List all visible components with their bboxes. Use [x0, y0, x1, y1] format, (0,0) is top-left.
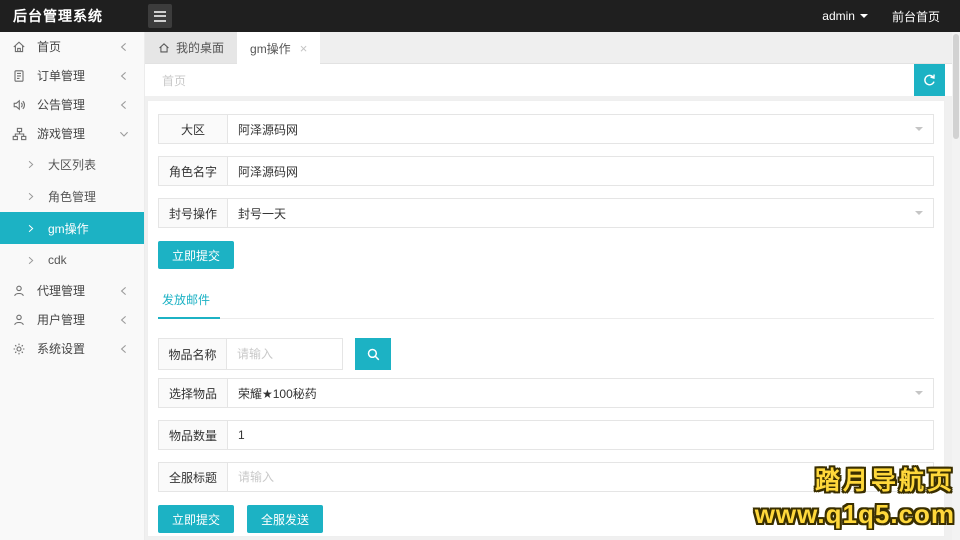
chevron-left-icon: [119, 100, 129, 110]
breadcrumb[interactable]: 首页: [162, 72, 186, 89]
item-search-button[interactable]: [355, 338, 391, 370]
form-row-region: 大区 阿泽源码网: [158, 114, 934, 144]
sidebar-item-home[interactable]: 首页: [0, 32, 144, 61]
chevron-down-icon: [119, 129, 129, 139]
caret-down-icon: [915, 127, 923, 135]
chevron-right-icon: [26, 224, 35, 233]
tab-label: 我的桌面: [176, 39, 224, 56]
caret-down-icon: [915, 211, 923, 219]
sitemap-icon: [12, 127, 28, 141]
region-label: 大区: [159, 115, 228, 143]
refresh-icon: [922, 73, 937, 88]
gm-submit-button[interactable]: 立即提交: [158, 241, 234, 269]
scrollbar-thumb[interactable]: [953, 34, 959, 139]
sidebar-subitem-label: 大区列表: [48, 156, 96, 173]
breadcrumb-bar: 首页: [145, 64, 960, 96]
sidebar-item-label: 用户管理: [37, 311, 85, 328]
sidebar-item-games[interactable]: 游戏管理: [0, 119, 144, 148]
top-header: 后台管理系统 admin 前台首页: [0, 0, 960, 32]
search-icon: [366, 347, 381, 362]
chevron-left-icon: [119, 71, 129, 81]
broadcast-title-input[interactable]: [238, 470, 923, 484]
user-name: admin: [822, 9, 855, 23]
sidebar-item-orders[interactable]: 订单管理: [0, 61, 144, 90]
tab-strip: 我的桌面 gm操作 ×: [145, 32, 960, 64]
sidebar-subitem-label: 角色管理: [48, 188, 96, 205]
gear-icon: [12, 342, 28, 356]
document-icon: [12, 69, 28, 83]
broadcast-send-button[interactable]: 全服发送: [247, 505, 323, 533]
user-icon: [12, 284, 28, 298]
quantity-label: 物品数量: [159, 421, 228, 449]
speaker-icon: [12, 98, 28, 112]
frontend-home-link[interactable]: 前台首页: [892, 8, 940, 25]
mail-section-tabs: 发放邮件: [158, 283, 934, 319]
broadcast-title-label: 全服标题: [159, 463, 228, 491]
sidebar-subitem-gm-operations[interactable]: gm操作: [0, 212, 144, 244]
form-row-quantity: 物品数量: [158, 420, 934, 450]
tab-gm-operations[interactable]: gm操作 ×: [237, 32, 320, 64]
sidebar-toggle-button[interactable]: [148, 4, 172, 28]
chevron-right-icon: [26, 192, 35, 201]
sidebar-item-users[interactable]: 用户管理: [0, 305, 144, 334]
item-name-label: 物品名称: [158, 338, 227, 370]
home-icon: [12, 40, 28, 54]
sidebar-subitem-cdk[interactable]: cdk: [0, 244, 144, 276]
form-row-item-name: 物品名称: [158, 338, 934, 370]
ban-action-select[interactable]: 封号一天: [228, 199, 933, 227]
sidebar-subitem-region-list[interactable]: 大区列表: [0, 148, 144, 180]
role-name-label: 角色名字: [159, 157, 228, 185]
content-panel: 大区 阿泽源码网 角色名字 封号操作 封号一天 立即提交 发放邮件: [147, 100, 945, 537]
form-row-ban-action: 封号操作 封号一天: [158, 198, 934, 228]
close-icon[interactable]: ×: [300, 42, 308, 55]
home-icon: [158, 42, 170, 54]
sidebar-item-label: 订单管理: [37, 67, 85, 84]
refresh-button[interactable]: [914, 64, 945, 96]
sidebar-item-announcements[interactable]: 公告管理: [0, 90, 144, 119]
ban-action-label: 封号操作: [159, 199, 228, 227]
form-row-item-select: 选择物品 荣耀★100秘药: [158, 378, 934, 408]
chevron-right-icon: [26, 256, 35, 265]
sidebar-item-label: 系统设置: [37, 340, 85, 357]
sidebar-item-label: 游戏管理: [37, 125, 85, 142]
tab-send-mail[interactable]: 发放邮件: [158, 283, 220, 319]
chevron-left-icon: [119, 344, 129, 354]
item-select-label: 选择物品: [159, 379, 228, 407]
item-select-value: 荣耀★100秘药: [238, 385, 317, 402]
sidebar-item-settings[interactable]: 系统设置: [0, 334, 144, 363]
quantity-input[interactable]: [238, 428, 923, 442]
chevron-down-icon: [860, 14, 868, 22]
sidebar-subitem-label: cdk: [48, 253, 67, 267]
sidebar-item-label: 代理管理: [37, 282, 85, 299]
tab-label: gm操作: [250, 40, 291, 57]
app-title: 后台管理系统: [0, 6, 145, 26]
main-area: 我的桌面 gm操作 × 首页 大区 阿泽源码网 角色名字: [145, 32, 960, 540]
sidebar-item-label: 公告管理: [37, 96, 85, 113]
user-icon: [12, 313, 28, 327]
region-select[interactable]: 阿泽源码网: [228, 115, 933, 143]
user-menu[interactable]: admin: [822, 9, 868, 23]
sidebar: 首页 订单管理 公告管理 游戏管理: [0, 32, 145, 540]
form-row-broadcast-title: 全服标题: [158, 462, 934, 492]
region-select-value: 阿泽源码网: [238, 121, 298, 138]
chevron-right-icon: [26, 160, 35, 169]
sidebar-subitem-role-management[interactable]: 角色管理: [0, 180, 144, 212]
sidebar-item-agents[interactable]: 代理管理: [0, 276, 144, 305]
vertical-scrollbar[interactable]: [952, 32, 960, 540]
sidebar-subitem-label: gm操作: [48, 220, 89, 237]
role-name-input[interactable]: [238, 164, 923, 178]
item-select[interactable]: 荣耀★100秘药: [228, 379, 933, 407]
chevron-left-icon: [119, 42, 129, 52]
hamburger-icon: [154, 11, 166, 13]
chevron-left-icon: [119, 286, 129, 296]
games-submenu: 大区列表 角色管理 gm操作 cdk: [0, 148, 144, 276]
sidebar-item-label: 首页: [37, 38, 61, 55]
mail-submit-button[interactable]: 立即提交: [158, 505, 234, 533]
tab-my-desktop[interactable]: 我的桌面: [145, 32, 237, 63]
chevron-left-icon: [119, 315, 129, 325]
caret-down-icon: [915, 391, 923, 399]
ban-action-select-value: 封号一天: [238, 205, 286, 222]
form-row-role-name: 角色名字: [158, 156, 934, 186]
item-name-input[interactable]: [226, 338, 343, 370]
